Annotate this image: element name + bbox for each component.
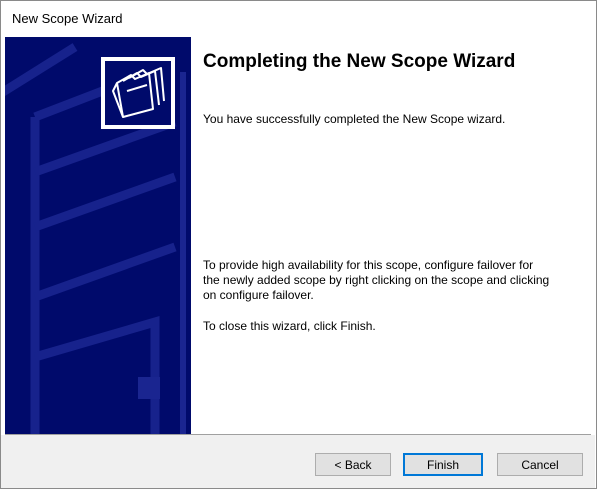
folders-icon [112, 67, 165, 118]
failover-instructions: To provide high availability for this sc… [203, 258, 550, 302]
back-button[interactable]: < Back [315, 453, 391, 476]
wizard-logo [101, 57, 175, 129]
wizard-heading: Completing the New Scope Wizard [203, 51, 516, 72]
cancel-button[interactable]: Cancel [497, 453, 583, 476]
title-bar[interactable]: New Scope Wizard [1, 1, 596, 37]
close-instructions: To close this wizard, click Finish. [203, 319, 376, 333]
wizard-banner [5, 37, 191, 434]
finish-button[interactable]: Finish [403, 453, 483, 476]
window-title: New Scope Wizard [12, 11, 123, 26]
success-message: You have successfully completed the New … [203, 112, 506, 126]
